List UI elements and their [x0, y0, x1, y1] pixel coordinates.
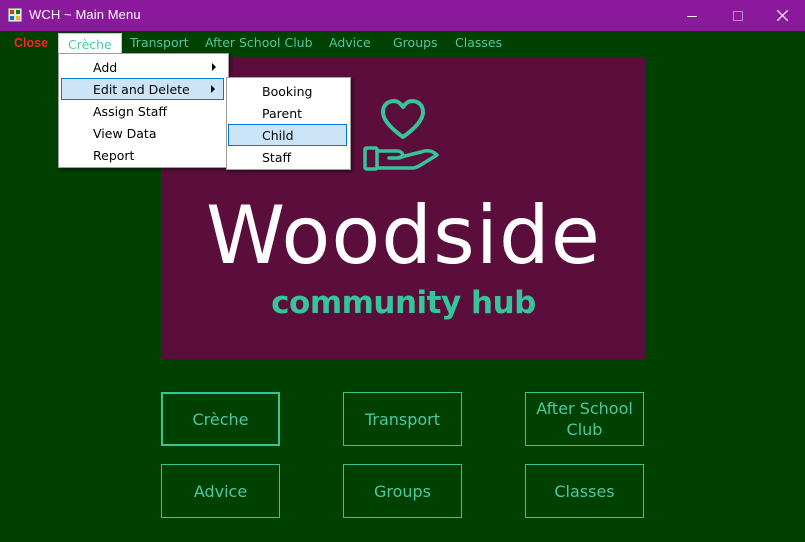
groups-button[interactable]: Groups: [343, 464, 462, 518]
menu-item-report[interactable]: Report: [61, 144, 224, 166]
window-title: WCH ~ Main Menu: [29, 7, 141, 22]
menu-item-view-data-label: View Data: [93, 126, 157, 141]
app-icon: [8, 8, 22, 22]
menu-close[interactable]: Close: [14, 36, 48, 50]
transport-button[interactable]: Transport: [343, 392, 462, 446]
submenu-arrow-icon: [212, 63, 216, 71]
submenu-item-child[interactable]: Child: [228, 124, 347, 146]
menu-item-view-data[interactable]: View Data: [61, 122, 224, 144]
submenu-item-parent[interactable]: Parent: [229, 102, 346, 124]
menu-classes[interactable]: Classes: [455, 35, 502, 50]
menu-item-edit-and-delete-label: Edit and Delete: [93, 82, 190, 97]
menu-creche[interactable]: Crèche: [58, 33, 122, 54]
creche-dropdown: Add Edit and Delete Assign Staff View Da…: [58, 53, 229, 168]
menu-item-edit-and-delete[interactable]: Edit and Delete: [61, 78, 224, 100]
close-icon: [776, 10, 788, 21]
minimize-button[interactable]: [669, 0, 715, 31]
after-school-club-label: After School Club: [536, 399, 633, 439]
creche-button[interactable]: Crèche: [161, 392, 280, 446]
submenu-arrow-icon: [211, 85, 215, 93]
menu-after-school-club[interactable]: After School Club: [205, 35, 313, 50]
submenu-item-staff[interactable]: Staff: [229, 146, 346, 168]
logo-subtitle: community hub: [271, 285, 536, 321]
menu-creche-label: Crèche: [68, 37, 112, 52]
advice-button[interactable]: Advice: [161, 464, 280, 518]
submenu-item-child-label: Child: [262, 128, 294, 143]
menu-item-add-label: Add: [93, 60, 118, 75]
menu-transport[interactable]: Transport: [130, 35, 189, 50]
heart-hand-icon: [363, 99, 439, 171]
edit-delete-submenu: Booking Parent Child Staff: [226, 77, 351, 170]
menu-item-add[interactable]: Add: [61, 56, 224, 78]
classes-button[interactable]: Classes: [525, 464, 644, 518]
minimize-icon: [687, 15, 697, 17]
submenu-item-parent-label: Parent: [262, 106, 303, 121]
submenu-item-booking[interactable]: Booking: [229, 80, 346, 102]
menu-item-assign-staff-label: Assign Staff: [93, 104, 167, 119]
submenu-item-staff-label: Staff: [262, 150, 292, 165]
menu-item-assign-staff[interactable]: Assign Staff: [61, 100, 224, 122]
logo-title: Woodside: [206, 189, 601, 282]
maximize-button[interactable]: [715, 0, 761, 31]
menu-item-report-label: Report: [93, 148, 135, 163]
title-bar: WCH ~ Main Menu: [0, 0, 805, 31]
after-school-club-button[interactable]: After School Club: [525, 392, 644, 446]
maximize-icon: [733, 10, 743, 21]
menu-advice[interactable]: Advice: [329, 35, 371, 50]
submenu-item-booking-label: Booking: [262, 84, 313, 99]
close-window-button[interactable]: [759, 0, 805, 31]
menu-groups[interactable]: Groups: [393, 35, 438, 50]
